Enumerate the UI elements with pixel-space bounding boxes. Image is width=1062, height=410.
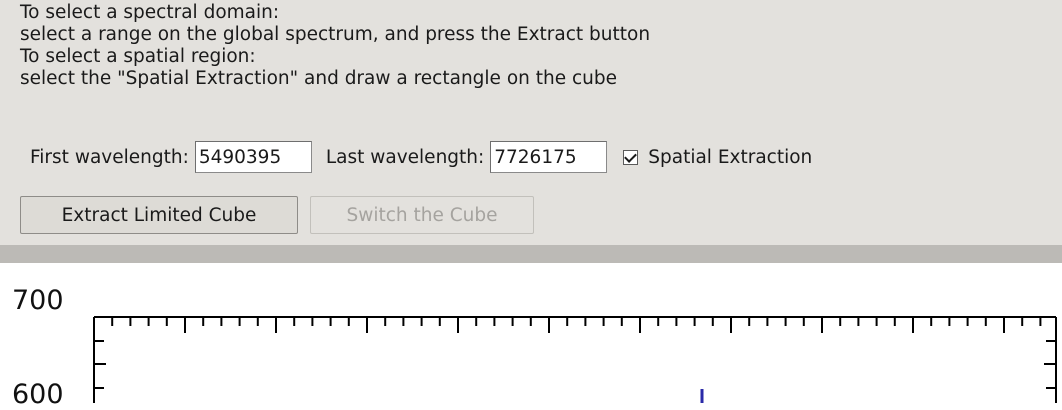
spatial-extraction-toggle[interactable]: Spatial Extraction bbox=[623, 147, 812, 168]
last-wavelength-field[interactable] bbox=[490, 141, 608, 173]
wavelength-row: First wavelength: Last wavelength: Spati… bbox=[30, 140, 812, 174]
instruction-line-3: To select a spatial region: bbox=[20, 46, 256, 67]
instruction-line-2: select a range on the global spectrum, a… bbox=[20, 24, 651, 45]
spatial-extraction-checkbox[interactable] bbox=[623, 149, 639, 165]
button-row: Extract Limited Cube Switch the Cube bbox=[20, 196, 534, 234]
first-wavelength-field[interactable] bbox=[194, 141, 312, 173]
instruction-line-4: select the "Spatial Extraction" and draw… bbox=[20, 68, 618, 89]
extract-limited-cube-button[interactable]: Extract Limited Cube bbox=[20, 196, 298, 234]
last-wavelength-label: Last wavelength: bbox=[325, 146, 485, 168]
spatial-extraction-label: Spatial Extraction bbox=[648, 146, 813, 168]
panel-separator[interactable] bbox=[0, 245, 1062, 263]
switch-cube-button[interactable]: Switch the Cube bbox=[310, 196, 534, 234]
instruction-line-1: To select a spectral domain: bbox=[20, 2, 280, 23]
plot-frame bbox=[93, 316, 1057, 403]
spectrum-plot[interactable]: 700 600 bbox=[0, 263, 1062, 410]
first-wavelength-label: First wavelength: bbox=[30, 146, 189, 168]
extraction-panel: To select a spectral domain: select a ra… bbox=[0, 0, 1062, 245]
instructions: To select a spectral domain: select a ra… bbox=[20, 2, 650, 90]
